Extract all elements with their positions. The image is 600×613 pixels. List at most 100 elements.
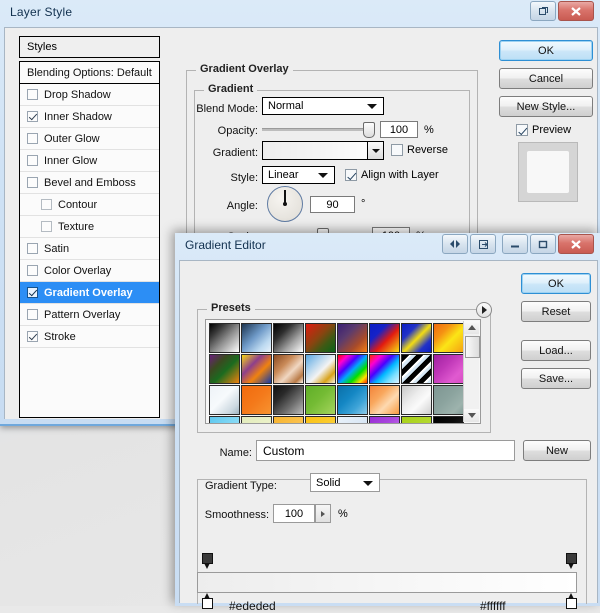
gradient-preset-pale-green[interactable] <box>241 416 272 423</box>
style-row[interactable]: Stroke <box>20 326 159 348</box>
layer-style-titlebar[interactable]: Layer Style <box>0 0 600 27</box>
align-with-layer-checkbox[interactable]: Align with Layer <box>345 169 439 181</box>
style-row-checkbox[interactable] <box>27 309 38 320</box>
opacity-input[interactable]: 100 <box>380 121 418 138</box>
style-row[interactable]: Drop Shadow <box>20 84 159 106</box>
gradient-swatch-select[interactable] <box>262 141 384 160</box>
gradient-swatch-dropdown[interactable] <box>367 142 383 159</box>
style-row-checkbox[interactable] <box>27 133 38 144</box>
style-row-checkbox[interactable] <box>27 111 38 122</box>
style-row[interactable]: Outer Glow <box>20 128 159 150</box>
new-gradient-button[interactable]: New <box>523 440 591 461</box>
close-icon[interactable] <box>558 234 594 254</box>
scroll-up-icon[interactable] <box>464 321 479 334</box>
presets-grid[interactable] <box>209 323 464 423</box>
layer-style-cancel-button[interactable]: Cancel <box>499 68 593 89</box>
gradient-preset-copper[interactable] <box>273 354 304 384</box>
style-row[interactable]: Bevel and Emboss <box>20 172 159 194</box>
style-row-checkbox[interactable] <box>27 287 38 298</box>
preview-checkbox[interactable]: Preview <box>516 124 571 136</box>
gradient-preview-strip[interactable] <box>197 572 577 593</box>
gradient-preset-transparent-stripes[interactable] <box>401 354 432 384</box>
gradient-preset-gold[interactable] <box>305 416 336 423</box>
style-row[interactable]: Inner Shadow <box>20 106 159 128</box>
gradient-preset-violet-orange[interactable] <box>337 323 368 353</box>
style-row-checkbox[interactable] <box>27 331 38 342</box>
opacity-stop-left[interactable] <box>202 553 213 569</box>
gradient-preset-orange-yellow-orange[interactable] <box>433 323 464 353</box>
gradient-preset-slate-green[interactable] <box>433 385 464 415</box>
gradient-preset-black-steel[interactable] <box>273 385 304 415</box>
gradient-editor-save-button[interactable]: Save... <box>521 368 591 389</box>
name-input[interactable]: Custom <box>256 440 515 461</box>
gradient-preset-purple[interactable] <box>369 416 400 423</box>
angle-dial[interactable] <box>267 186 303 222</box>
gradient-editor-titlebar[interactable]: Gradient Editor <box>175 233 600 260</box>
minimize-icon[interactable] <box>502 234 528 254</box>
opacity-slider-knob[interactable] <box>363 122 375 138</box>
color-stop-left[interactable] <box>202 593 213 609</box>
style-row-checkbox[interactable] <box>27 89 38 100</box>
style-select[interactable]: Linear <box>262 166 335 184</box>
gradient-preset-blue-yellow-blue[interactable] <box>401 323 432 353</box>
gradient-preset-steel-light[interactable] <box>209 385 240 415</box>
gradient-preset-orange-solid[interactable] <box>241 385 272 415</box>
gradient-preset-green-leaf[interactable] <box>305 385 336 415</box>
scroll-down-icon[interactable] <box>464 409 479 422</box>
style-row-checkbox[interactable] <box>41 221 52 232</box>
style-row-checkbox[interactable] <box>41 199 52 210</box>
presets-menu-button[interactable] <box>476 302 492 318</box>
layer-style-ok-button[interactable]: OK <box>499 40 593 61</box>
style-row[interactable]: Inner Glow <box>20 150 159 172</box>
gradient-preset-chrome[interactable] <box>305 354 336 384</box>
smoothness-input[interactable]: 100 <box>273 504 315 523</box>
style-row-checkbox[interactable] <box>27 177 38 188</box>
style-row[interactable]: Color Overlay <box>20 260 159 282</box>
gradient-preset-violet-green-orange[interactable] <box>209 354 240 384</box>
reverse-checkbox[interactable]: Reverse <box>391 144 448 156</box>
gradient-preset-red-green[interactable] <box>305 323 336 353</box>
close-icon[interactable] <box>558 1 594 21</box>
gradient-preset-foreground-to-transparent[interactable] <box>241 323 272 353</box>
angle-input[interactable]: 90 <box>310 196 355 213</box>
presets-scrollbar[interactable] <box>463 321 480 422</box>
gradient-preset-black-fade[interactable] <box>433 416 464 423</box>
color-stop-right[interactable] <box>566 593 577 609</box>
gradient-preset-blue-deep[interactable] <box>337 385 368 415</box>
style-row-checkbox[interactable] <box>27 243 38 254</box>
collapse-toggle-icon[interactable] <box>442 234 468 254</box>
gradient-type-select[interactable]: Solid <box>310 473 380 492</box>
gradient-preset-transparent-rainbow[interactable] <box>369 354 400 384</box>
new-style-button[interactable]: New Style... <box>499 96 593 117</box>
style-row[interactable]: Satin <box>20 238 159 260</box>
gradient-preset-foreground-to-background[interactable] <box>209 323 240 353</box>
gradient-preset-blue-red-yellow[interactable] <box>369 323 400 353</box>
styles-list[interactable]: Blending Options: Default Drop Shadow Inne… <box>19 61 160 418</box>
panel-menu-icon[interactable] <box>470 234 496 254</box>
opacity-slider[interactable] <box>262 122 375 138</box>
gradient-preset-black-white[interactable] <box>273 323 304 353</box>
style-row[interactable]: Pattern Overlay <box>20 304 159 326</box>
gradient-preset-ice-blue[interactable] <box>337 416 368 423</box>
maximize-icon[interactable] <box>530 234 556 254</box>
restore-down-icon[interactable] <box>530 1 556 21</box>
presets-panel[interactable] <box>205 319 481 424</box>
style-row-checkbox[interactable] <box>27 155 38 166</box>
opacity-stop-right[interactable] <box>566 553 577 569</box>
gradient-preset-silver[interactable] <box>401 385 432 415</box>
gradient-editor-reset-button[interactable]: Reset <box>521 301 591 322</box>
gradient-preset-yellow-violet-orange-blue[interactable] <box>241 354 272 384</box>
style-row[interactable]: Contour <box>20 194 159 216</box>
gradient-editor-ok-button[interactable]: OK <box>521 273 591 294</box>
gradient-preset-orange-cream[interactable] <box>369 385 400 415</box>
gradient-preset-lime[interactable] <box>401 416 432 423</box>
gradient-preset-spectrum[interactable] <box>337 354 368 384</box>
style-row[interactable]: Gradient Overlay <box>20 282 159 304</box>
style-row[interactable]: Blending Options: Default <box>20 62 159 84</box>
gradient-preset-amber[interactable] <box>273 416 304 423</box>
style-row-checkbox[interactable] <box>27 265 38 276</box>
gradient-preset-violet-magenta[interactable] <box>433 354 464 384</box>
style-row[interactable]: Texture <box>20 216 159 238</box>
gradient-editor-load-button[interactable]: Load... <box>521 340 591 361</box>
scrollbar-thumb[interactable] <box>465 336 480 358</box>
